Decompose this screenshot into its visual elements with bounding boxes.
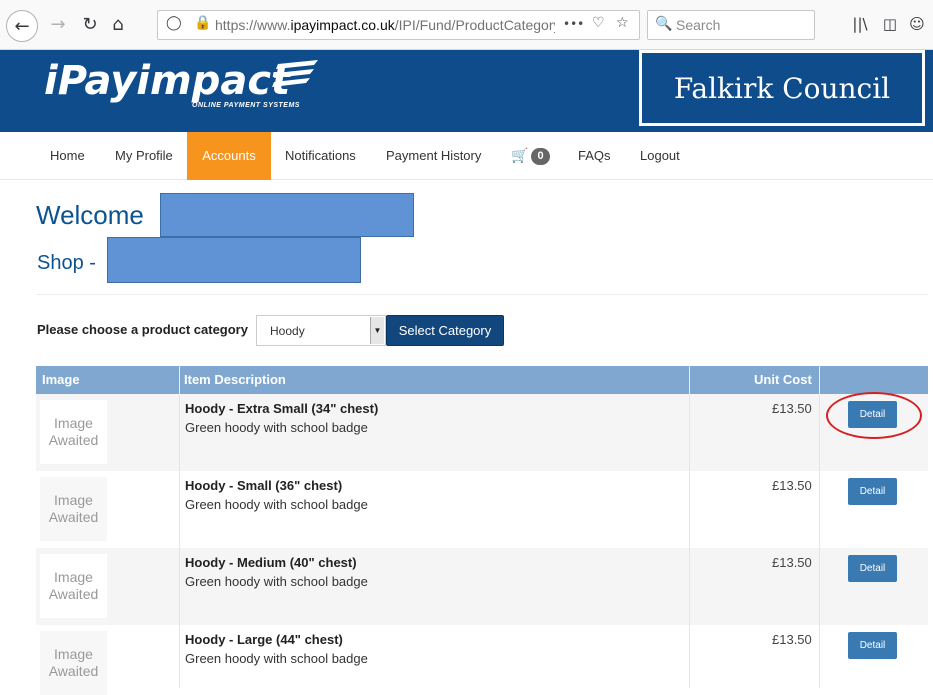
- item-description: Green hoody with school badge: [185, 420, 368, 435]
- table-row: Image Awaited Hoody - Extra Small (34" c…: [36, 394, 928, 471]
- browser-toolbar: ← → ↻ ⌂ ◯ 🔒 https://www.ipayimpact.co.uk…: [0, 0, 933, 50]
- back-arrow-icon[interactable]: ←: [6, 10, 38, 42]
- basket-icon[interactable]: 🛒: [511, 148, 528, 164]
- logo-tagline: ONLINE PAYMENT SYSTEMS: [192, 102, 300, 109]
- nav-faqs[interactable]: FAQs: [578, 132, 611, 180]
- category-select-value: Hoody: [270, 324, 305, 338]
- divider: [36, 294, 928, 295]
- table-row: Image Awaited Hoody - Medium (40" chest)…: [36, 548, 928, 625]
- library-icon[interactable]: ||\: [846, 10, 874, 38]
- more-icon[interactable]: •••: [563, 17, 584, 31]
- item-title: Hoody - Small (36" chest): [185, 478, 343, 493]
- header-unit-cost: Unit Cost: [754, 372, 812, 387]
- table-row: Image Awaited Hoody - Large (44" chest) …: [36, 625, 928, 695]
- item-description: Green hoody with school badge: [185, 651, 368, 666]
- search-icon: 🔍: [655, 16, 673, 32]
- falkirk-council-logo: Falkirk Council: [639, 50, 925, 126]
- ipayimpact-logo[interactable]: iPayimpact: [44, 58, 290, 104]
- column-divider: [819, 394, 820, 688]
- nav-my-profile[interactable]: My Profile: [115, 132, 173, 180]
- column-divider: [179, 394, 180, 688]
- item-title: Hoody - Extra Small (34" chest): [185, 401, 379, 416]
- home-icon[interactable]: ⌂: [104, 10, 132, 38]
- select-category-button[interactable]: Select Category: [386, 315, 504, 346]
- url-bar[interactable]: ◯ 🔒 https://www.ipayimpact.co.uk/IPI/Fun…: [157, 10, 640, 40]
- unit-cost: £13.50: [772, 401, 812, 416]
- welcome-heading: Welcome: [36, 200, 144, 230]
- header-image: Image: [42, 372, 80, 387]
- forward-arrow-icon[interactable]: →: [44, 10, 72, 38]
- account-icon[interactable]: ☺: [903, 10, 931, 38]
- unit-cost: £13.50: [772, 632, 812, 647]
- nav-accounts[interactable]: Accounts: [187, 132, 271, 180]
- nav-notifications[interactable]: Notifications: [285, 132, 356, 180]
- nav-payment-history[interactable]: Payment History: [386, 132, 481, 180]
- unit-cost: £13.50: [772, 555, 812, 570]
- category-select[interactable]: Hoody ▼: [256, 315, 386, 346]
- url-text: https://www.ipayimpact.co.uk/IPI/Fund/Pr…: [215, 17, 555, 33]
- site-banner: iPayimpact ONLINE PAYMENT SYSTEMS Falkir…: [0, 50, 933, 132]
- logo-swoosh-icon: [272, 60, 318, 87]
- detail-button[interactable]: Detail: [848, 478, 897, 505]
- category-label: Please choose a product category: [37, 322, 248, 337]
- product-image-placeholder: Image Awaited: [40, 554, 107, 618]
- detail-button[interactable]: Detail: [848, 555, 897, 582]
- annotation-circle: [826, 392, 922, 439]
- item-description: Green hoody with school badge: [185, 574, 368, 589]
- nav-logout[interactable]: Logout: [640, 132, 680, 180]
- sidebar-icon[interactable]: ◫: [876, 10, 904, 38]
- header-separator: [819, 366, 820, 394]
- product-image-placeholder: Image Awaited: [40, 631, 107, 695]
- item-description: Green hoody with school badge: [185, 497, 368, 512]
- item-title: Hoody - Large (44" chest): [185, 632, 343, 647]
- header-separator: [689, 366, 690, 394]
- redacted-name: [160, 193, 414, 237]
- table-row: Image Awaited Hoody - Small (36" chest) …: [36, 471, 928, 548]
- product-image-placeholder: Image Awaited: [40, 400, 107, 464]
- item-title: Hoody - Medium (40" chest): [185, 555, 357, 570]
- header-separator: [179, 366, 180, 394]
- search-placeholder: Search: [676, 17, 721, 33]
- reload-icon[interactable]: ↻: [76, 10, 104, 38]
- search-bar[interactable]: 🔍 Search: [647, 10, 815, 40]
- main-nav: Home My Profile Accounts Notifications P…: [0, 132, 933, 180]
- redacted-shop-name: [107, 237, 361, 283]
- shop-heading: Shop -: [37, 252, 96, 274]
- dropdown-arrow-icon[interactable]: ▼: [370, 317, 384, 344]
- unit-cost: £13.50: [772, 478, 812, 493]
- column-divider: [689, 394, 690, 688]
- detail-button[interactable]: Detail: [848, 632, 897, 659]
- shield-icon: ◯: [166, 15, 182, 31]
- nav-home[interactable]: Home: [50, 132, 85, 180]
- pocket-icon[interactable]: ♡: [592, 15, 605, 31]
- header-item-description: Item Description: [184, 372, 286, 387]
- basket-count-badge: 0: [531, 148, 550, 165]
- table-header: Image Item Description Unit Cost: [36, 366, 928, 394]
- bookmark-star-icon[interactable]: ☆: [616, 15, 629, 31]
- lock-icon: 🔒: [194, 15, 212, 31]
- product-image-placeholder: Image Awaited: [40, 477, 107, 541]
